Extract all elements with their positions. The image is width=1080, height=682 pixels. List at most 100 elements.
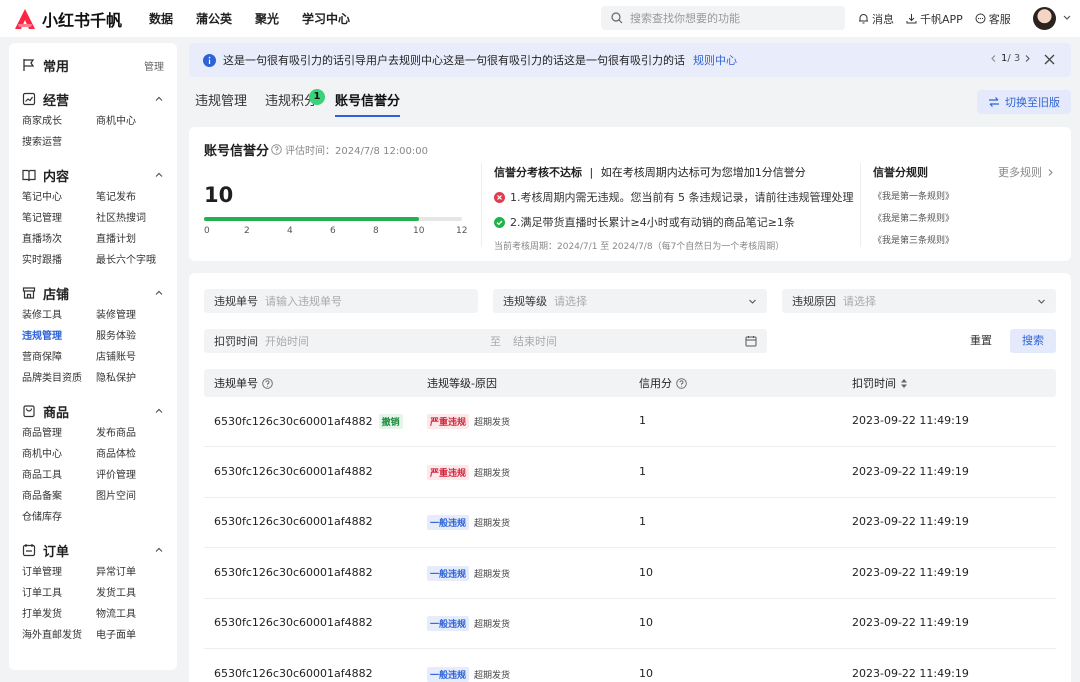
rule-link[interactable]: 《我是第一条规则》 bbox=[873, 189, 1055, 202]
table-row[interactable]: 6530fc126c30c60001af4882 撤销 严重违规 超期发货 1 … bbox=[204, 397, 1056, 447]
sidebar-item-publish-goods[interactable]: 发布商品 bbox=[96, 426, 170, 442]
violation-reason-select[interactable]: 违规原因 请选择 bbox=[782, 289, 1056, 313]
calendar-icon bbox=[22, 544, 36, 557]
search-button[interactable]: 搜索 bbox=[1010, 329, 1056, 353]
field-label: 扣罚时间 bbox=[214, 335, 258, 348]
sidebar-item-live-sessions[interactable]: 直播场次 bbox=[22, 232, 96, 248]
sidebar-item-six-chars[interactable]: 最长六个字哦 bbox=[96, 253, 170, 269]
sidebar-item-violation[interactable]: 违规管理 bbox=[22, 329, 96, 345]
close-icon[interactable] bbox=[1043, 53, 1056, 66]
chevron-left-icon[interactable] bbox=[989, 54, 998, 63]
sidebar-item-review-manage[interactable]: 评价管理 bbox=[96, 468, 170, 484]
nav-data[interactable]: 数据 bbox=[149, 10, 173, 27]
help-icon[interactable] bbox=[271, 144, 282, 155]
reset-button[interactable]: 重置 bbox=[959, 329, 1003, 353]
violation-reason: 超期发货 bbox=[474, 519, 511, 529]
field-label: 违规等级 bbox=[503, 295, 547, 308]
more-rules-link[interactable]: 更多规则 bbox=[998, 164, 1055, 180]
rule-link[interactable]: 《我是第二条规则》 bbox=[873, 211, 1055, 224]
help-icon[interactable] bbox=[262, 377, 273, 389]
sidebar-item-abnormal-order[interactable]: 异常订单 bbox=[96, 565, 170, 581]
download-app-button[interactable]: 千帆APP bbox=[906, 11, 963, 27]
level-badge: 一般违规 bbox=[427, 616, 470, 631]
column-header-sortable[interactable]: 扣罚时间 bbox=[852, 375, 908, 391]
sidebar-item-decor-tools[interactable]: 装修工具 bbox=[22, 308, 96, 324]
nav-juguang[interactable]: 聚光 bbox=[255, 10, 279, 27]
tab-violation-manage[interactable]: 违规管理 bbox=[195, 90, 247, 117]
messages-button[interactable]: 消息 bbox=[858, 11, 894, 27]
sidebar-item-e-waybill[interactable]: 电子面单 bbox=[96, 628, 170, 644]
level-reason-cell: 严重违规 超期发货 bbox=[427, 464, 510, 480]
chevron-right-icon[interactable] bbox=[1023, 54, 1032, 63]
rules-center-link[interactable]: 规则中心 bbox=[693, 52, 737, 68]
violation-id: 6530fc126c30c60001af4882 bbox=[214, 565, 373, 579]
chevron-down-icon bbox=[1038, 299, 1045, 304]
sidebar-item-note-manage[interactable]: 笔记管理 bbox=[22, 211, 96, 227]
sidebar-section-header[interactable]: 订单 bbox=[22, 540, 164, 560]
rule-link[interactable]: 《我是第三条规则》 bbox=[873, 233, 1055, 246]
sidebar-manage-link[interactable]: 管理 bbox=[144, 58, 164, 73]
table-row[interactable]: 6530fc126c30c60001af4882 一般违规 超期发货 10 20… bbox=[204, 650, 1056, 682]
table-row[interactable]: 6530fc126c30c60001af4882 一般违规 超期发货 10 20… bbox=[204, 549, 1056, 599]
sidebar-section-header[interactable]: 店铺 bbox=[22, 283, 164, 303]
sidebar-item-order-manage[interactable]: 订单管理 bbox=[22, 565, 96, 581]
sidebar-item-print-ship[interactable]: 打单发货 bbox=[22, 607, 96, 623]
sidebar-item-decor-manage[interactable]: 装修管理 bbox=[96, 308, 170, 324]
help-icon[interactable] bbox=[676, 377, 687, 389]
sidebar-item-store-account[interactable]: 店铺账号 bbox=[96, 350, 170, 366]
sidebar-section-header[interactable]: 商品 bbox=[22, 401, 164, 421]
sidebar-item-realtime[interactable]: 实时跟播 bbox=[22, 253, 96, 269]
sidebar-item-service-exp[interactable]: 服务体验 bbox=[96, 329, 170, 345]
top-right: 消息 千帆APP 客服 bbox=[858, 0, 1023, 37]
sidebar-item-goods-tools[interactable]: 商品工具 bbox=[22, 468, 96, 484]
table-row[interactable]: 6530fc126c30c60001af4882 一般违规 超期发货 10 20… bbox=[204, 599, 1056, 649]
eval-time: 评估时间：2024/7/8 12:00:00 bbox=[271, 142, 428, 157]
sidebar-section-goods: 商品 商品管理 发布商品 商机中心 商品体检 商品工具 评价管理 商品备案 图片… bbox=[9, 401, 177, 526]
sidebar-item-goods-record[interactable]: 商品备案 bbox=[22, 489, 96, 505]
sidebar-item-brand[interactable]: 品牌类目资质 bbox=[22, 371, 96, 387]
sidebar-item-opportunity-center[interactable]: 商机中心 bbox=[22, 447, 96, 463]
sidebar-item-live-plan[interactable]: 直播计划 bbox=[96, 232, 170, 248]
sidebar-section-header[interactable]: 内容 bbox=[22, 165, 164, 185]
messages-label: 消息 bbox=[872, 12, 894, 26]
nav-pugongying[interactable]: 蒲公英 bbox=[196, 10, 232, 27]
penalty-time: 2023-09-22 11:49:19 bbox=[852, 414, 969, 427]
sidebar-item-note-publish[interactable]: 笔记发布 bbox=[96, 190, 170, 206]
chevron-down-icon[interactable] bbox=[1062, 12, 1072, 22]
sidebar-item-order-tools[interactable]: 订单工具 bbox=[22, 586, 96, 602]
table-row[interactable]: 6530fc126c30c60001af4882 严重违规 超期发货 1 202… bbox=[204, 448, 1056, 498]
sidebar-item-image-space[interactable]: 图片空间 bbox=[96, 489, 170, 505]
search-input[interactable]: 搜索查找你想要的功能 bbox=[601, 6, 845, 30]
table-row[interactable]: 6530fc126c30c60001af4882 一般违规 超期发货 1 202… bbox=[204, 498, 1056, 548]
service-label: 客服 bbox=[988, 12, 1011, 26]
sidebar-item-logistics[interactable]: 物流工具 bbox=[96, 607, 170, 623]
service-button[interactable]: 客服 bbox=[975, 11, 1011, 27]
status-badge: 撤销 bbox=[378, 414, 403, 429]
sidebar-item-overseas[interactable]: 海外直邮发货 bbox=[22, 628, 96, 644]
top-bar: 小红书千帆 数据 蒲公英 聚光 学习中心 搜索查找你想要的功能 消息 千帆APP… bbox=[0, 0, 1080, 37]
logo[interactable]: 小红书千帆 bbox=[14, 7, 134, 31]
sidebar-item-ship-tools[interactable]: 发货工具 bbox=[96, 586, 170, 602]
tab-credit-score[interactable]: 账号信誉分 bbox=[335, 90, 401, 117]
penalty-time-range[interactable]: 扣罚时间 开始时间 至 结束时间 bbox=[204, 329, 767, 353]
switch-old-version-button[interactable]: 切换至旧版 bbox=[977, 90, 1071, 114]
sidebar-item-opportunity[interactable]: 商机中心 bbox=[96, 114, 170, 130]
violation-level-select[interactable]: 违规等级 请选择 bbox=[493, 289, 767, 313]
sidebar-item-note-center[interactable]: 笔记中心 bbox=[22, 190, 96, 206]
credit-score-cell: 10 bbox=[639, 667, 653, 680]
avatar[interactable] bbox=[1033, 7, 1056, 30]
penalty-time-cell: 2023-09-22 11:49:19 bbox=[852, 566, 969, 579]
chevron-up-icon bbox=[155, 96, 163, 101]
sidebar-item-goods-check[interactable]: 商品体检 bbox=[96, 447, 170, 463]
sidebar-item-growth[interactable]: 商家成长 bbox=[22, 114, 96, 130]
sidebar-item-goods-manage[interactable]: 商品管理 bbox=[22, 426, 96, 442]
sidebar-item-hot-search[interactable]: 社区热搜词 bbox=[96, 211, 170, 227]
sidebar-section-header[interactable]: 经营 bbox=[22, 89, 164, 109]
sidebar-item-inventory[interactable]: 仓储库存 bbox=[22, 510, 96, 526]
search-icon bbox=[611, 12, 623, 24]
violation-id-field[interactable]: 违规单号 请输入违规单号 bbox=[204, 289, 478, 313]
sidebar-item-protection[interactable]: 营商保障 bbox=[22, 350, 96, 366]
sidebar-item-search-ops[interactable]: 搜索运营 bbox=[22, 135, 96, 151]
sidebar-item-privacy[interactable]: 隐私保护 bbox=[96, 371, 170, 387]
nav-learning[interactable]: 学习中心 bbox=[302, 10, 350, 27]
